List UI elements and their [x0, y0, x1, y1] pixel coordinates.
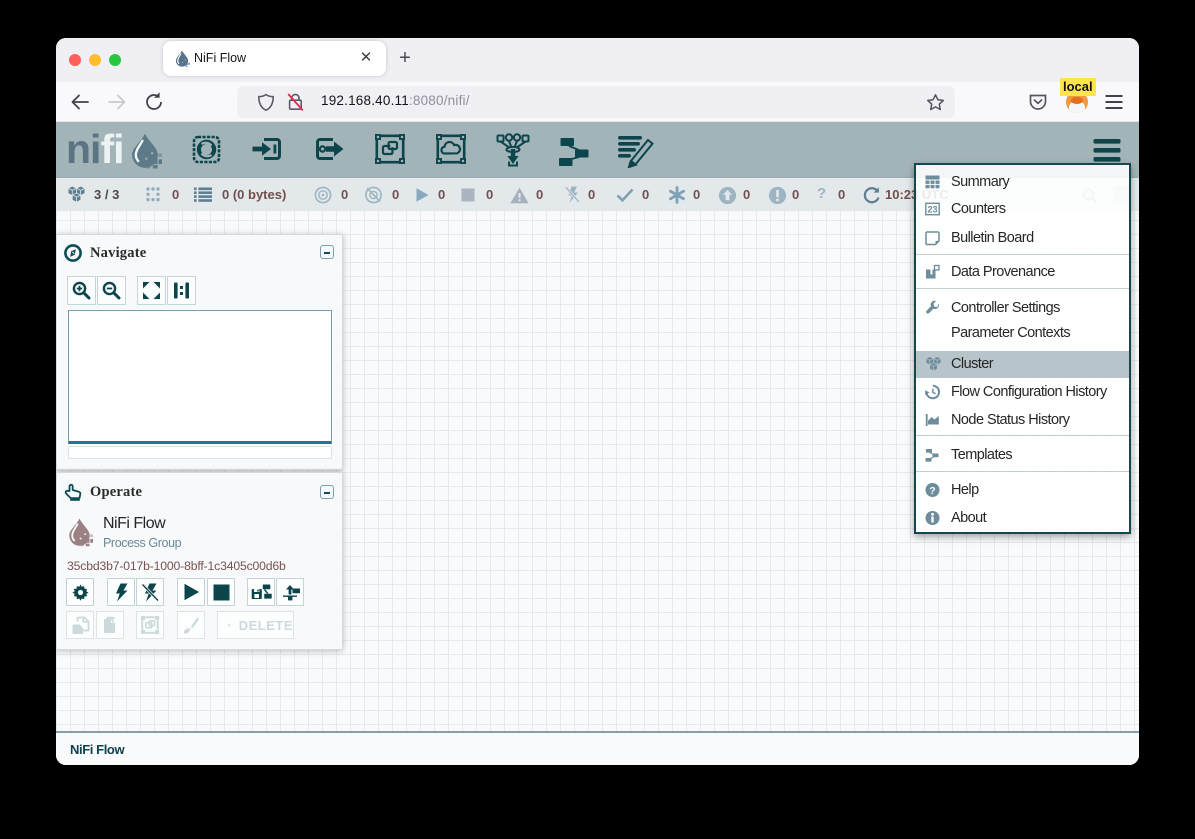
svg-text:?: ? — [929, 485, 935, 497]
svg-text:23: 23 — [927, 204, 937, 214]
